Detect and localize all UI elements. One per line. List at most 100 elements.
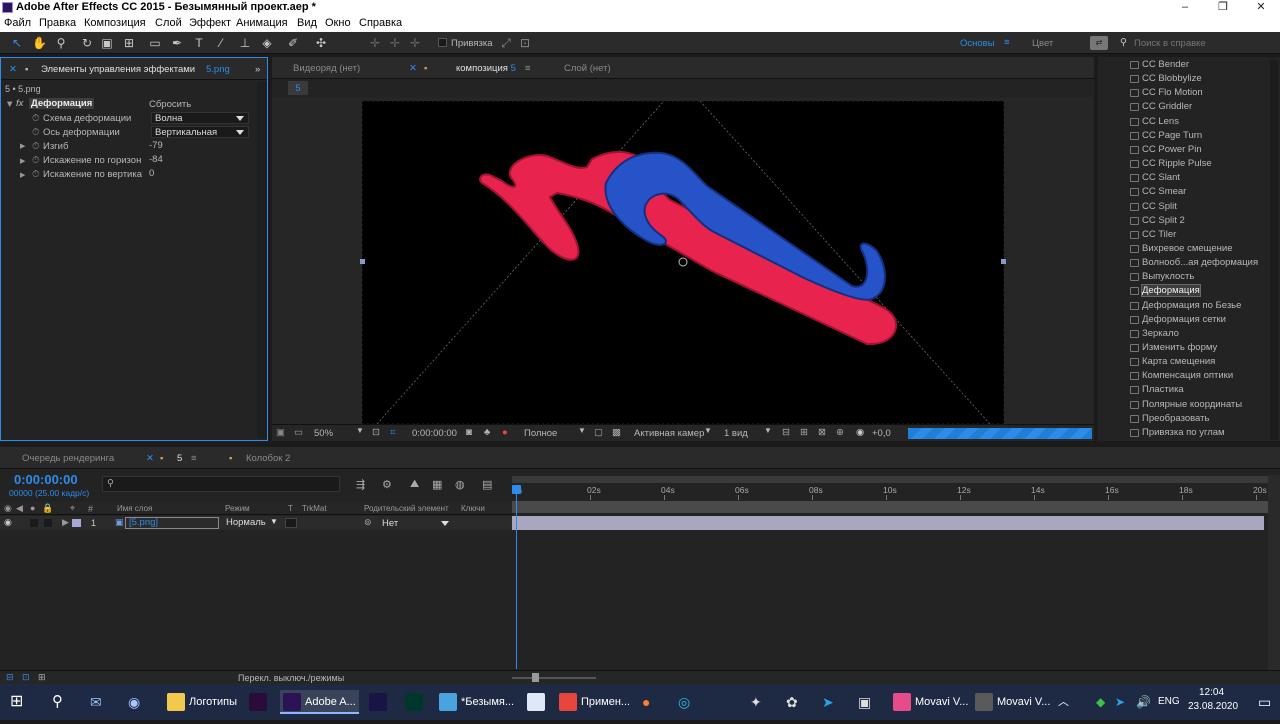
- menu-composition[interactable]: Композиция: [84, 17, 146, 29]
- panel-lock-icon[interactable]: ▪: [25, 64, 28, 75]
- always-preview-icon[interactable]: ▣: [276, 427, 285, 438]
- effect-list-item[interactable]: CC Split 2: [1142, 215, 1185, 226]
- menu-effect[interactable]: Эффект: [189, 17, 231, 29]
- pixel-aspect-icon[interactable]: ⊟: [782, 427, 790, 438]
- channel-icon[interactable]: ●: [502, 427, 508, 438]
- label-column-icon[interactable]: ⌖: [70, 503, 75, 514]
- tab-close-icon[interactable]: ✕: [146, 453, 154, 464]
- menu-layer[interactable]: Слой: [155, 17, 182, 29]
- prop-expand-icon[interactable]: ▶: [20, 157, 25, 165]
- effect-list-item[interactable]: Волнооб...ая деформация: [1142, 257, 1258, 268]
- views-value[interactable]: 1 вид: [724, 428, 748, 439]
- layer-switches-icon[interactable]: ⊟: [6, 672, 14, 683]
- snap-grid-icon[interactable]: ⊡: [518, 36, 532, 50]
- tray-telegram-icon[interactable]: ➤: [1115, 690, 1125, 714]
- toggle-switches-modes[interactable]: Перекл. выключ./режимы: [238, 673, 344, 683]
- column-trkmat[interactable]: TrkMat: [302, 504, 327, 513]
- taskbar-app-button[interactable]: *Безымя...: [436, 690, 517, 714]
- effect-list-item[interactable]: CC Tiler: [1142, 229, 1176, 240]
- pen-tool-icon[interactable]: ✒: [170, 36, 184, 50]
- effect-list-item[interactable]: Полярные координаты: [1142, 399, 1242, 410]
- rectangle-tool-icon[interactable]: ▭: [148, 36, 162, 50]
- firefox-icon[interactable]: ●: [642, 690, 650, 714]
- notifications-icon[interactable]: ▭: [1258, 690, 1271, 714]
- views-dropdown-icon[interactable]: ▼: [764, 426, 772, 435]
- taskbar-app-button[interactable]: [524, 690, 552, 714]
- anchor-point-icon[interactable]: [678, 257, 688, 267]
- zoom-dropdown-icon[interactable]: ▼: [356, 426, 364, 435]
- effect-name[interactable]: Деформация: [29, 98, 95, 109]
- effect-list-item[interactable]: CC Slant: [1142, 172, 1180, 183]
- effect-list-item[interactable]: CC Smear: [1142, 186, 1186, 197]
- tab-composition[interactable]: композиция 5: [456, 63, 516, 74]
- effect-list-item[interactable]: Карта смещения: [1142, 356, 1215, 367]
- column-t[interactable]: T: [288, 504, 293, 513]
- world-axis-icon[interactable]: ✛: [388, 36, 402, 50]
- tab-menu-icon[interactable]: ≡: [191, 453, 197, 464]
- work-area-bar[interactable]: [512, 476, 1268, 483]
- graph-editor-icon[interactable]: ▤: [482, 478, 492, 491]
- input-language[interactable]: ENG: [1158, 690, 1180, 714]
- taskbar-app-button[interactable]: [246, 690, 274, 714]
- camera-view-value[interactable]: Активная камер: [634, 428, 704, 439]
- effect-list-item[interactable]: CC Page Turn: [1142, 130, 1202, 141]
- warp-style-dropdown[interactable]: Волна: [151, 112, 249, 124]
- audio-switch-icon[interactable]: ◀: [16, 503, 23, 514]
- app-icon[interactable]: ✦: [750, 690, 762, 714]
- in-out-icon[interactable]: ⊞: [38, 672, 46, 683]
- horizontal-distortion-value[interactable]: -84: [149, 154, 163, 165]
- display-icon[interactable]: ▭: [294, 427, 303, 438]
- effect-list-item[interactable]: CC Flo Motion: [1142, 87, 1203, 98]
- panel-close-icon[interactable]: ✕: [9, 64, 17, 75]
- solo-switch-icon[interactable]: ●: [30, 503, 35, 513]
- help-search-input[interactable]: [1134, 36, 1274, 50]
- telegram-icon[interactable]: ➤: [822, 690, 834, 714]
- tray-app-icon[interactable]: ◆: [1096, 690, 1105, 714]
- reset-exposure-icon[interactable]: ◉: [856, 427, 864, 438]
- timeline-search-input[interactable]: [119, 478, 337, 490]
- column-layer-name[interactable]: Имя слоя: [117, 504, 152, 513]
- snapshot-icon[interactable]: ◙: [466, 427, 472, 438]
- tray-chevron-icon[interactable]: ︿: [1058, 690, 1069, 714]
- menu-animation[interactable]: Анимация: [236, 17, 288, 29]
- time-ruler[interactable]: 0s02s04s06s08s10s12s14s16s18s20s: [512, 475, 1268, 515]
- effect-list-item[interactable]: Компенсация оптики: [1142, 370, 1233, 381]
- effect-list-item[interactable]: CC Bender: [1142, 59, 1189, 70]
- effect-list-item[interactable]: Деформация: [1141, 284, 1201, 297]
- menu-help[interactable]: Справка: [359, 17, 402, 29]
- prop-expand-icon[interactable]: ▶: [20, 142, 25, 150]
- selection-tool-icon[interactable]: ↖: [10, 36, 24, 50]
- effect-list-item[interactable]: CC Lens: [1142, 116, 1179, 127]
- zoom-slider-handle[interactable]: [532, 673, 539, 682]
- effect-controls-scrollbar[interactable]: [257, 82, 267, 438]
- effect-list-item[interactable]: Преобразовать: [1142, 413, 1209, 424]
- safe-zones-icon[interactable]: ⊡: [372, 427, 380, 438]
- playhead-handle[interactable]: [512, 485, 521, 494]
- stopwatch-icon[interactable]: ⏱: [32, 113, 39, 124]
- layer-duration-bar[interactable]: [512, 516, 1264, 530]
- clock-date[interactable]: 23.08.2020: [1188, 700, 1238, 724]
- app-icon[interactable]: ✿: [786, 690, 798, 714]
- layer-handle[interactable]: [1001, 259, 1006, 264]
- flowchart-icon[interactable]: ⊕: [836, 427, 844, 438]
- panel-overflow-icon[interactable]: »: [255, 64, 260, 75]
- layer-row[interactable]: ◉ ▶ 1 ▣ [5.png] Нормаль ▼ ⊚ Нет: [0, 516, 512, 530]
- mail-icon[interactable]: ✉: [90, 690, 102, 714]
- zoom-tool-icon[interactable]: ⚲: [54, 36, 68, 50]
- effect-expand-icon[interactable]: ▼: [5, 99, 14, 110]
- workspace-color[interactable]: Цвет: [1032, 38, 1053, 49]
- tab-comp-5[interactable]: 5: [177, 453, 182, 464]
- layer-handle[interactable]: [360, 259, 365, 264]
- effect-list-item[interactable]: Выпуклость: [1142, 271, 1194, 282]
- puppet-tool-icon[interactable]: ✣: [314, 36, 328, 50]
- blend-mode-arrow-icon[interactable]: ▼: [270, 517, 278, 526]
- tab-close-icon[interactable]: ✕: [409, 63, 417, 74]
- menu-file[interactable]: Файл: [4, 17, 31, 29]
- effect-list-item[interactable]: Деформация по Безье: [1142, 300, 1241, 311]
- column-parent[interactable]: Родительский элемент: [364, 504, 449, 513]
- effects-list-scrollbar[interactable]: [1270, 60, 1278, 440]
- effect-controls-tab-label[interactable]: Элементы управления эффектами: [41, 64, 195, 75]
- rotate-tool-icon[interactable]: ↻: [80, 36, 94, 50]
- workspace-essentials[interactable]: Основы: [960, 38, 995, 49]
- comp-mini-flowchart-icon[interactable]: ⇶: [356, 478, 365, 491]
